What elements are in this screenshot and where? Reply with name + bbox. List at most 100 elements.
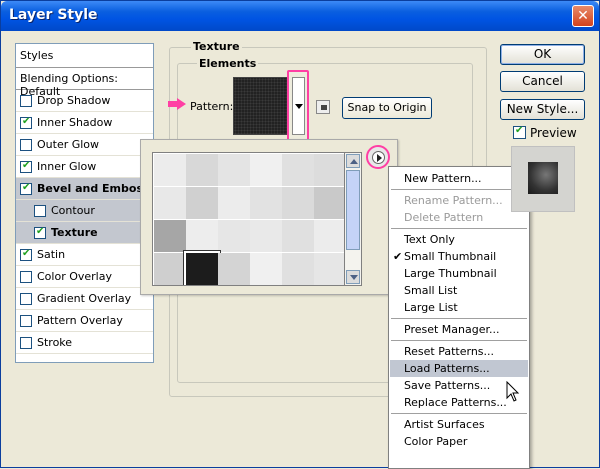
menu-item-preset-manager[interactable]: Preset Manager...	[390, 321, 528, 338]
pattern-swatch[interactable]	[233, 77, 288, 135]
style-item-color-overlay[interactable]: Color Overlay	[16, 266, 153, 288]
menu-item-large-thumbnail[interactable]: Large Thumbnail	[390, 265, 528, 282]
style-checkbox[interactable]	[20, 337, 32, 349]
pattern-dropdown-button[interactable]	[292, 77, 305, 135]
style-checkbox[interactable]	[20, 315, 32, 327]
pattern-tile[interactable]	[250, 253, 282, 285]
pattern-tile[interactable]	[314, 187, 344, 219]
style-item-label: Pattern Overlay	[37, 314, 123, 327]
menu-item-large-list[interactable]: Large List	[390, 299, 528, 316]
picker-menu-button[interactable]	[366, 145, 390, 169]
pattern-tile[interactable]	[218, 220, 250, 252]
pattern-tile[interactable]	[218, 253, 250, 285]
style-checkbox[interactable]	[20, 182, 32, 195]
pattern-label: Pattern:	[190, 100, 234, 113]
menu-item-reset-patterns[interactable]: Reset Patterns...	[390, 343, 528, 360]
blending-options-item[interactable]: Blending Options: Default	[16, 68, 153, 98]
styles-header[interactable]: Styles	[16, 44, 153, 68]
style-item-label: Inner Shadow	[37, 116, 113, 129]
style-item-contour[interactable]: Contour	[16, 200, 153, 222]
pattern-tile[interactable]	[154, 154, 186, 186]
style-item-inner-shadow[interactable]: Inner Shadow	[16, 112, 153, 134]
style-item-drop-shadow[interactable]: Drop Shadow	[16, 90, 153, 112]
pattern-tile[interactable]	[314, 154, 344, 186]
style-checkbox[interactable]	[20, 248, 32, 261]
style-item-inner-glow[interactable]: Inner Glow	[16, 156, 153, 178]
style-item-gradient-overlay[interactable]: Gradient Overlay	[16, 288, 153, 310]
pattern-tile[interactable]	[154, 187, 186, 219]
menu-item-color-paper[interactable]: Color Paper	[390, 433, 528, 450]
close-icon[interactable]: ✕	[572, 5, 594, 27]
style-checkbox[interactable]	[20, 293, 32, 305]
menu-item-small-list[interactable]: Small List	[390, 282, 528, 299]
menu-separator	[391, 413, 527, 414]
menu-item-small-thumbnail[interactable]: ✔ Small Thumbnail	[390, 248, 528, 265]
scroll-down-button[interactable]	[346, 270, 360, 284]
menu-item-label: Large Thumbnail	[404, 267, 497, 280]
menu-separator	[391, 228, 527, 229]
title-bar[interactable]: Layer Style ✕	[1, 1, 599, 31]
pattern-tile[interactable]	[250, 220, 282, 252]
style-checkbox[interactable]	[34, 226, 46, 239]
menu-item-delete-pattern: Delete Pattern	[390, 209, 528, 226]
style-item-label: Contour	[51, 204, 95, 217]
menu-item-label: Large List	[404, 301, 458, 314]
style-item-stroke[interactable]: Stroke	[16, 332, 153, 354]
pattern-tile[interactable]	[186, 187, 218, 219]
snap-to-origin-button[interactable]: Snap to Origin	[342, 97, 432, 119]
menu-item-label: Rename Pattern...	[404, 194, 503, 207]
pattern-tile[interactable]	[250, 187, 282, 219]
style-checkbox[interactable]	[20, 271, 32, 283]
menu-item-label: Preset Manager...	[404, 323, 500, 336]
pattern-tile[interactable]	[282, 220, 314, 252]
ok-button[interactable]: OK	[500, 44, 585, 65]
pattern-tile[interactable]	[154, 253, 186, 285]
menu-item-label: Load Patterns...	[404, 362, 490, 375]
style-item-label: Texture	[51, 226, 98, 239]
pattern-tile[interactable]	[218, 187, 250, 219]
new-style-button[interactable]: New Style...	[500, 99, 585, 120]
pattern-tile[interactable]	[250, 154, 282, 186]
cancel-button[interactable]: Cancel	[500, 71, 585, 92]
style-item-pattern-overlay[interactable]: Pattern Overlay	[16, 310, 153, 332]
style-item-bevel-and-emboss[interactable]: Bevel and Emboss	[16, 178, 153, 200]
pattern-tile[interactable]	[282, 154, 314, 186]
menu-item-label: Replace Patterns...	[404, 396, 507, 409]
pattern-tile[interactable]	[154, 220, 186, 252]
menu-separator	[391, 340, 527, 341]
style-item-outer-glow[interactable]: Outer Glow	[16, 134, 153, 156]
style-item-label: Gradient Overlay	[37, 292, 132, 305]
menu-item-new-pattern[interactable]: New Pattern...	[390, 170, 528, 187]
pattern-tile[interactable]	[314, 220, 344, 252]
preview-checkbox[interactable]	[513, 125, 526, 139]
pattern-tile[interactable]	[184, 251, 220, 285]
pattern-tile[interactable]	[282, 187, 314, 219]
menu-item-load-patterns[interactable]: Load Patterns...	[390, 360, 528, 377]
pattern-tile[interactable]	[186, 154, 218, 186]
style-item-label: Color Overlay	[37, 270, 112, 283]
pattern-tile[interactable]	[218, 154, 250, 186]
pattern-tile[interactable]	[186, 220, 218, 252]
menu-item-label: Delete Pattern	[404, 211, 484, 224]
menu-item-text-only[interactable]: Text Only	[390, 231, 528, 248]
style-checkbox[interactable]	[20, 160, 32, 173]
scroll-up-button[interactable]	[346, 154, 360, 168]
menu-item-label: Artist Surfaces	[404, 418, 485, 431]
style-checkbox[interactable]	[20, 116, 32, 129]
style-item-texture[interactable]: Texture	[16, 222, 153, 244]
elements-group-title: Elements	[197, 57, 259, 70]
picker-scrollbar[interactable]	[345, 152, 362, 286]
style-checkbox[interactable]	[20, 139, 32, 151]
new-preset-icon[interactable]	[316, 100, 330, 114]
menu-separator	[391, 318, 527, 319]
pattern-tile[interactable]	[282, 253, 314, 285]
pattern-tile[interactable]	[314, 253, 344, 285]
style-item-label: Stroke	[37, 336, 73, 349]
menu-item-artist-surfaces[interactable]: Artist Surfaces	[390, 416, 528, 433]
styles-list: Styles Blending Options: Default Drop Sh…	[15, 43, 154, 363]
checkmark-icon: ✔	[393, 250, 403, 263]
scroll-thumb[interactable]	[346, 170, 360, 250]
style-checkbox[interactable]	[34, 205, 46, 217]
style-checkbox[interactable]	[20, 95, 32, 107]
style-item-satin[interactable]: Satin	[16, 244, 153, 266]
